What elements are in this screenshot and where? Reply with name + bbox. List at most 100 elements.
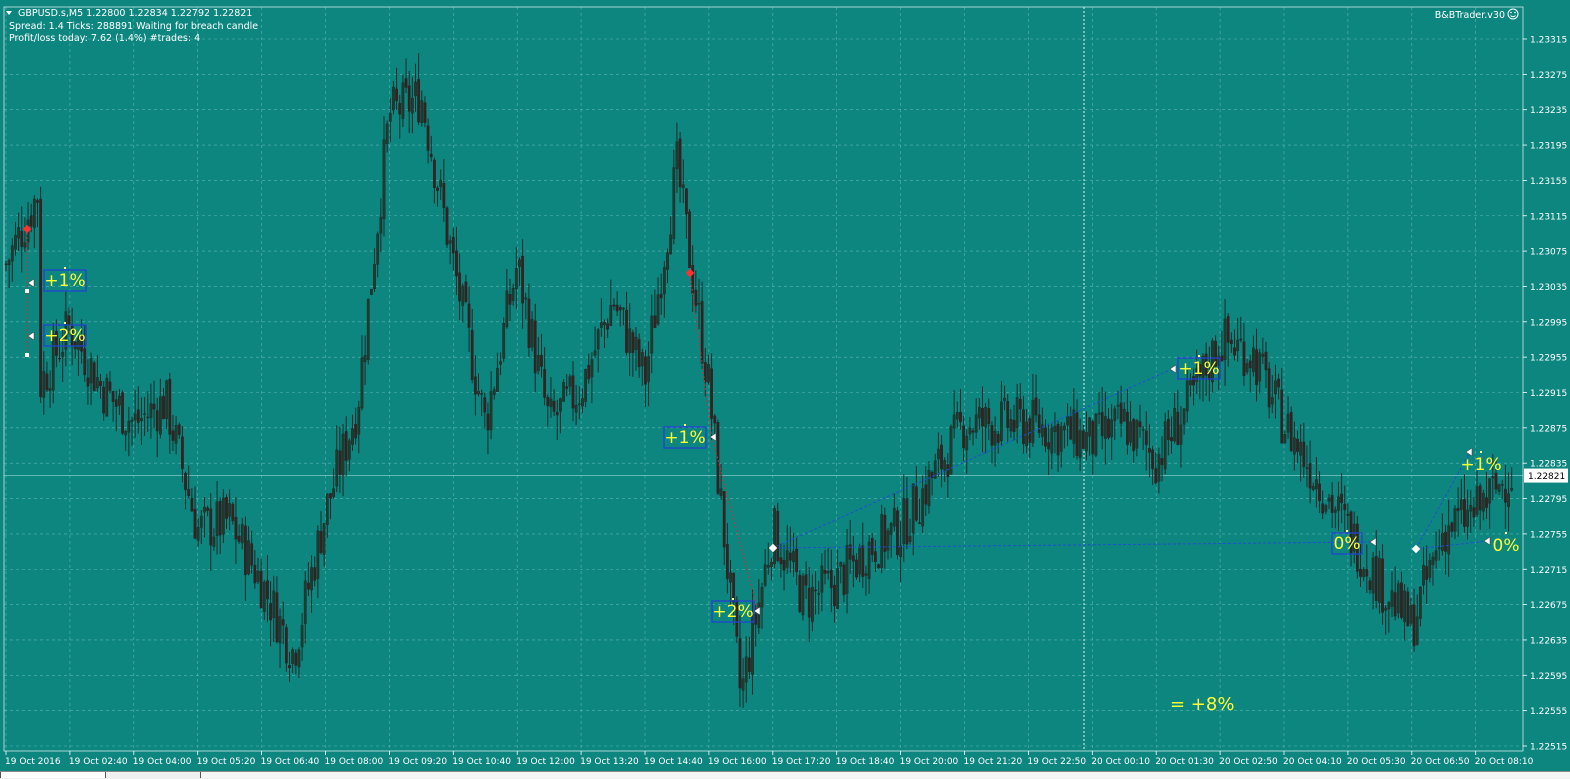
candle-body — [165, 380, 169, 419]
price-tick-label: 1.22715 — [1530, 566, 1567, 576]
candle-body — [921, 488, 925, 527]
candle-body — [1406, 591, 1410, 627]
trade-label[interactable]: +2% — [44, 326, 85, 346]
candle-body — [492, 389, 496, 395]
time-tick-label: 19 Oct 2016 — [5, 757, 61, 767]
candle-body — [518, 259, 521, 267]
candle-body — [729, 572, 732, 583]
candle-body — [1327, 497, 1331, 502]
candle-body — [1176, 411, 1180, 445]
chart-tab-2[interactable] — [200, 772, 1570, 778]
candle-body — [499, 361, 502, 365]
candle-body — [1185, 380, 1189, 412]
candle-body — [108, 381, 112, 391]
candle-body — [155, 410, 159, 432]
trade-label[interactable]: +1% — [664, 428, 705, 448]
candle-body — [341, 433, 345, 476]
candle-body — [486, 413, 490, 431]
candle-body — [814, 589, 817, 592]
trade-label[interactable]: +1% — [1460, 455, 1501, 475]
time-tick-label: 19 Oct 08:00 — [325, 757, 384, 767]
candle-body — [634, 336, 638, 351]
candle-body — [1393, 592, 1397, 617]
chart-tab-1[interactable] — [0, 772, 106, 778]
candle-body — [842, 564, 846, 596]
spread-status-line: Spread: 1.4 Ticks: 288891 Waiting for br… — [9, 21, 258, 32]
candle-body — [1229, 339, 1233, 345]
candle-body — [1012, 419, 1016, 432]
candle-body — [599, 322, 603, 328]
candle-body — [470, 329, 474, 381]
candle-body — [1337, 496, 1340, 511]
candle-body — [993, 430, 997, 446]
candle-body — [1318, 483, 1321, 502]
expert-smiley-icon[interactable] — [1507, 8, 1519, 20]
candle-body — [533, 320, 537, 374]
time-tick-label: 20 Oct 00:10 — [1091, 757, 1150, 767]
candle-body — [1245, 363, 1249, 373]
candle-body — [855, 559, 858, 578]
smiley-eye-left-icon — [1510, 11, 1512, 14]
candle-body — [1122, 408, 1126, 422]
candle-body — [1103, 416, 1107, 440]
candle-body — [218, 500, 222, 536]
candle-body — [357, 406, 361, 435]
candle-body — [1396, 583, 1400, 614]
candle-body — [656, 294, 660, 325]
candle-body — [455, 250, 458, 277]
candle-body — [581, 398, 584, 407]
candle-body — [294, 652, 298, 666]
candle-body — [234, 516, 238, 540]
trade-label[interactable]: +1% — [1178, 359, 1219, 379]
price-tick-label: 1.22555 — [1530, 707, 1567, 717]
stop-marker — [25, 353, 29, 357]
candle-body — [770, 561, 773, 567]
candle-body — [618, 306, 622, 311]
candle-body — [527, 298, 531, 349]
trade-label[interactable]: +2% — [712, 602, 753, 622]
candle-body — [1409, 605, 1413, 624]
candle-body — [1270, 397, 1274, 405]
profit-loss-line: Profit/loss today: 7.62 (1.4%) #trades: … — [9, 33, 200, 44]
candle-body — [171, 430, 175, 441]
candle-body — [751, 614, 754, 675]
trade-label[interactable]: +1% — [44, 271, 85, 291]
time-tick-label: 20 Oct 06:50 — [1411, 757, 1470, 767]
candle-body — [930, 471, 934, 479]
candle-body — [407, 85, 411, 112]
candle-body — [325, 493, 329, 526]
exit-marker — [1169, 364, 1177, 374]
price-chart[interactable]: +1% +2% +1% +2% +1% 0% +1% 0% 1.23315 1.23275 1.2… — [0, 0, 1570, 779]
candle-body — [612, 304, 616, 307]
candle-body — [782, 559, 786, 571]
price-tick-label: 1.23275 — [1530, 71, 1567, 81]
candle-body — [647, 356, 651, 382]
candle-body — [1333, 509, 1337, 513]
candle-body — [89, 358, 93, 384]
candle-body — [773, 508, 777, 565]
candle-body — [212, 536, 216, 547]
candle-body — [1056, 424, 1060, 456]
price-tick-label: 1.22635 — [1530, 636, 1567, 646]
candle-body — [231, 504, 235, 522]
trade-label[interactable]: 0% — [1493, 536, 1520, 556]
candle-body — [1497, 484, 1501, 492]
expert-name[interactable]: B&BTrader.v30 — [1435, 10, 1505, 21]
time-tick-label: 19 Oct 02:40 — [69, 757, 128, 767]
candle-body — [940, 444, 943, 470]
candle-body — [366, 298, 370, 360]
candle-body — [896, 510, 899, 555]
chart-canvas[interactable]: +1%+2%+1%+2%+1%0%+1%0% 1.233151.232751.2… — [0, 0, 1570, 771]
trade-label[interactable]: 0% — [1334, 534, 1361, 554]
candle-body — [99, 381, 102, 386]
candle-body — [1062, 425, 1066, 431]
candle-body — [571, 375, 575, 409]
candle-body — [1488, 478, 1492, 504]
candle-body — [310, 567, 313, 591]
candle-body — [168, 378, 172, 435]
chart-menu-triangle-icon[interactable] — [6, 11, 12, 15]
candle-body — [833, 584, 836, 607]
candle-body — [388, 113, 392, 122]
candle-body — [184, 472, 187, 490]
candle-body — [316, 530, 320, 579]
